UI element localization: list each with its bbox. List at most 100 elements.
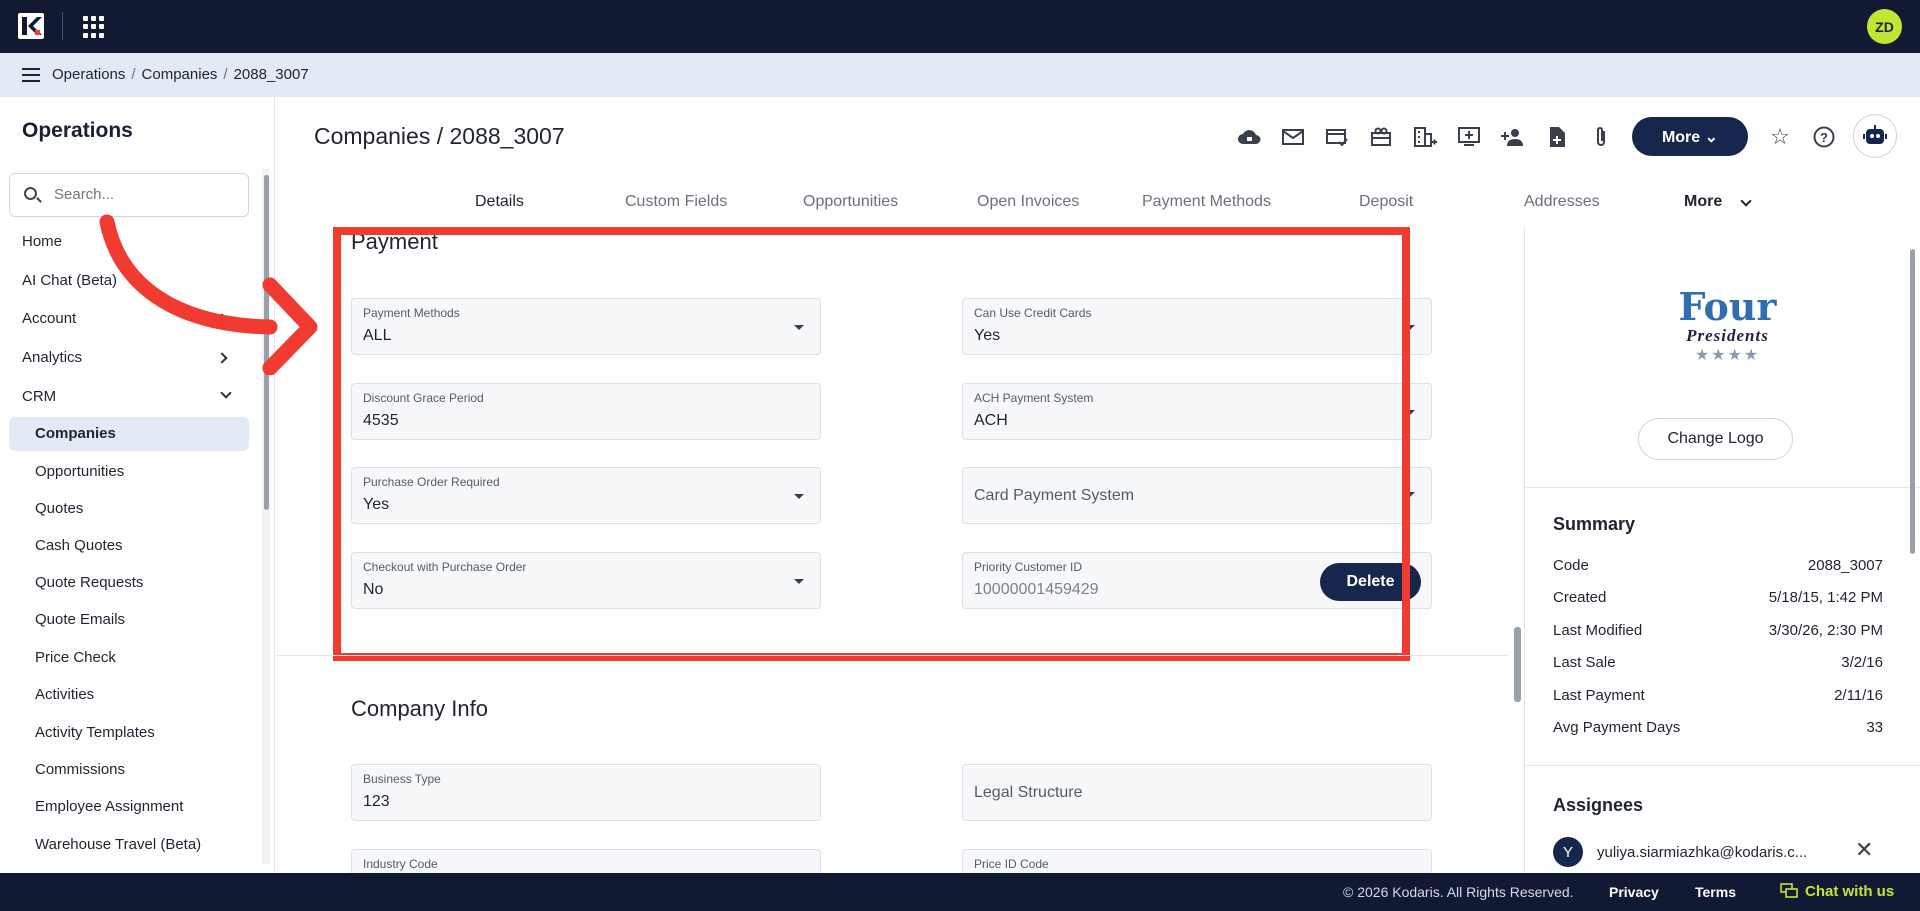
apps-grid-icon[interactable] [83, 16, 105, 38]
annotation-highlight-box [333, 227, 1410, 661]
sidebar-item-employee-assignment[interactable]: Employee Assignment [35, 798, 183, 815]
field-value: 123 [363, 793, 390, 810]
assignee-email[interactable]: yuliya.siarmiazhka@kodaris.c... [1597, 844, 1807, 861]
company-logo-line2: Presidents [1686, 326, 1769, 345]
credit-card-check-icon[interactable] [1325, 125, 1349, 149]
sidebar-item-home[interactable]: Home [22, 233, 62, 250]
summary-label: Last Payment [1553, 687, 1645, 704]
copyright-text: © 2026 Kodaris. All Rights Reserved. [1343, 884, 1574, 900]
content-scrollbar-thumb[interactable] [1514, 627, 1521, 702]
sidebar-item-cash-quotes[interactable]: Cash Quotes [35, 537, 123, 554]
sidebar-item-quote-requests[interactable]: Quote Requests [35, 574, 143, 591]
company-logo: Four Presidents ★★★★ [1665, 287, 1790, 367]
tab-more-label: More [1684, 193, 1723, 210]
tab-opportunities[interactable]: Opportunities [803, 193, 898, 211]
tab-more[interactable]: More [1684, 193, 1722, 211]
note-add-icon[interactable] [1545, 125, 1569, 149]
terms-link[interactable]: Terms [1695, 884, 1736, 900]
chat-icon[interactable] [1780, 883, 1798, 899]
sidebar-item-quotes[interactable]: Quotes [35, 500, 83, 517]
panel-divider [1525, 765, 1920, 766]
sidebar-item-activities[interactable]: Activities [35, 686, 94, 703]
more-button-label: More [1661, 128, 1701, 146]
breadcrumb-separator: / [223, 66, 228, 83]
tab-deposit[interactable]: Deposit [1359, 193, 1413, 211]
user-avatar[interactable]: ZD [1867, 9, 1902, 44]
breadcrumb-operations[interactable]: Operations [52, 66, 125, 83]
legal-structure-field[interactable]: Legal Structure [962, 764, 1432, 821]
sidebar-item-account[interactable]: Account [22, 310, 76, 327]
sidebar-item-opportunities[interactable]: Opportunities [35, 463, 124, 480]
breadcrumb-companies[interactable]: Companies [142, 66, 218, 83]
company-logo-line1: Four [1678, 284, 1777, 329]
cloud-lock-icon[interactable] [1237, 125, 1261, 149]
annotation-arrow [99, 214, 318, 375]
panel-scrollbar-thumb[interactable] [1910, 249, 1915, 554]
summary-value: 33 [1866, 719, 1883, 736]
remove-assignee-icon[interactable]: ✕ [1855, 837, 1873, 863]
more-button[interactable]: More ⌄ [1632, 117, 1748, 156]
person-add-icon[interactable] [1501, 125, 1525, 149]
menu-icon[interactable] [22, 68, 40, 82]
chevron-down-icon[interactable] [220, 387, 232, 399]
sidebar-item-warehouse-travel[interactable]: Warehouse Travel (Beta) [35, 836, 201, 853]
kodaris-logo[interactable] [18, 13, 44, 39]
breadcrumb-bar: Operations / Companies / 2088_3007 [0, 53, 1920, 97]
robot-icon [1863, 125, 1887, 144]
content-scrollbar[interactable] [1512, 227, 1523, 873]
sidebar-item-companies[interactable]: Companies [35, 425, 116, 442]
sidebar-item-price-check[interactable]: Price Check [35, 649, 116, 666]
tab-open-invoices[interactable]: Open Invoices [977, 193, 1079, 211]
mail-icon[interactable] [1281, 125, 1305, 149]
chevron-down-icon: ⌄ [1704, 128, 1719, 146]
breadcrumb: Operations / Companies / 2088_3007 [52, 66, 309, 83]
sidebar-item-quote-emails[interactable]: Quote Emails [35, 611, 125, 628]
tab-payment-methods[interactable]: Payment Methods [1142, 193, 1271, 211]
section-title-company-info: Company Info [351, 696, 488, 721]
search-icon [24, 187, 37, 200]
breadcrumb-current: 2088_3007 [233, 66, 309, 83]
breadcrumb-separator: / [131, 66, 136, 83]
search-input[interactable] [54, 186, 234, 203]
chat-with-us-link[interactable]: Chat with us [1805, 883, 1894, 900]
page-title: Companies / 2088_3007 [314, 123, 565, 149]
assignees-title: Assignees [1553, 795, 1644, 815]
summary-value: 2/11/16 [1834, 687, 1883, 704]
summary-value: 3/30/26, 2:30 PM [1768, 622, 1883, 639]
tab-addresses[interactable]: Addresses [1524, 193, 1600, 211]
sidebar-item-analytics[interactable]: Analytics [22, 349, 82, 366]
ai-assistant-button[interactable] [1853, 114, 1897, 158]
help-icon[interactable]: ? [1812, 125, 1836, 149]
summary-label: Avg Payment Days [1553, 719, 1681, 736]
sidebar-title: Operations [22, 119, 133, 142]
summary-label: Last Sale [1553, 654, 1616, 671]
summary-row: Created 5/18/15, 1:42 PM [1553, 589, 1883, 606]
footer: © 2026 Kodaris. All Rights Reserved. Pri… [0, 873, 1920, 911]
sidebar-item-activity-templates[interactable]: Activity Templates [35, 724, 155, 741]
page-header: Companies / 2088_3007 More ⌄ ☆ ? Details… [276, 97, 1920, 227]
privacy-link[interactable]: Privacy [1609, 884, 1659, 900]
add-to-queue-icon[interactable] [1457, 125, 1481, 149]
field-placeholder: Legal Structure [974, 784, 1083, 801]
summary-row: Last Modified 3/30/26, 2:30 PM [1553, 622, 1883, 639]
svg-text:?: ? [1820, 130, 1828, 145]
section-divider [276, 655, 1509, 656]
summary-row: Avg Payment Days 33 [1553, 719, 1883, 736]
domain-add-icon[interactable] [1413, 125, 1437, 149]
tab-details[interactable]: Details [475, 193, 524, 211]
panel-divider [1525, 487, 1920, 488]
business-type-field[interactable]: Business Type 123 [351, 764, 821, 821]
change-logo-button[interactable]: Change Logo [1638, 418, 1793, 460]
price-id-code-field[interactable]: Price ID Code [962, 849, 1432, 873]
sidebar-item-crm[interactable]: CRM [22, 388, 56, 405]
industry-code-field[interactable]: Industry Code [351, 849, 821, 873]
attachment-icon[interactable] [1589, 125, 1613, 149]
divider [62, 12, 63, 40]
sidebar-item-commissions[interactable]: Commissions [35, 761, 125, 778]
tab-custom-fields[interactable]: Custom Fields [625, 193, 727, 211]
gift-card-icon[interactable] [1369, 125, 1393, 149]
main-content: Payment Payment Methods ALL Can Use Cred… [276, 227, 1523, 873]
star-icon[interactable]: ☆ [1768, 124, 1792, 149]
chevron-down-icon[interactable] [1740, 195, 1752, 207]
top-bar: ZD [0, 0, 1920, 53]
